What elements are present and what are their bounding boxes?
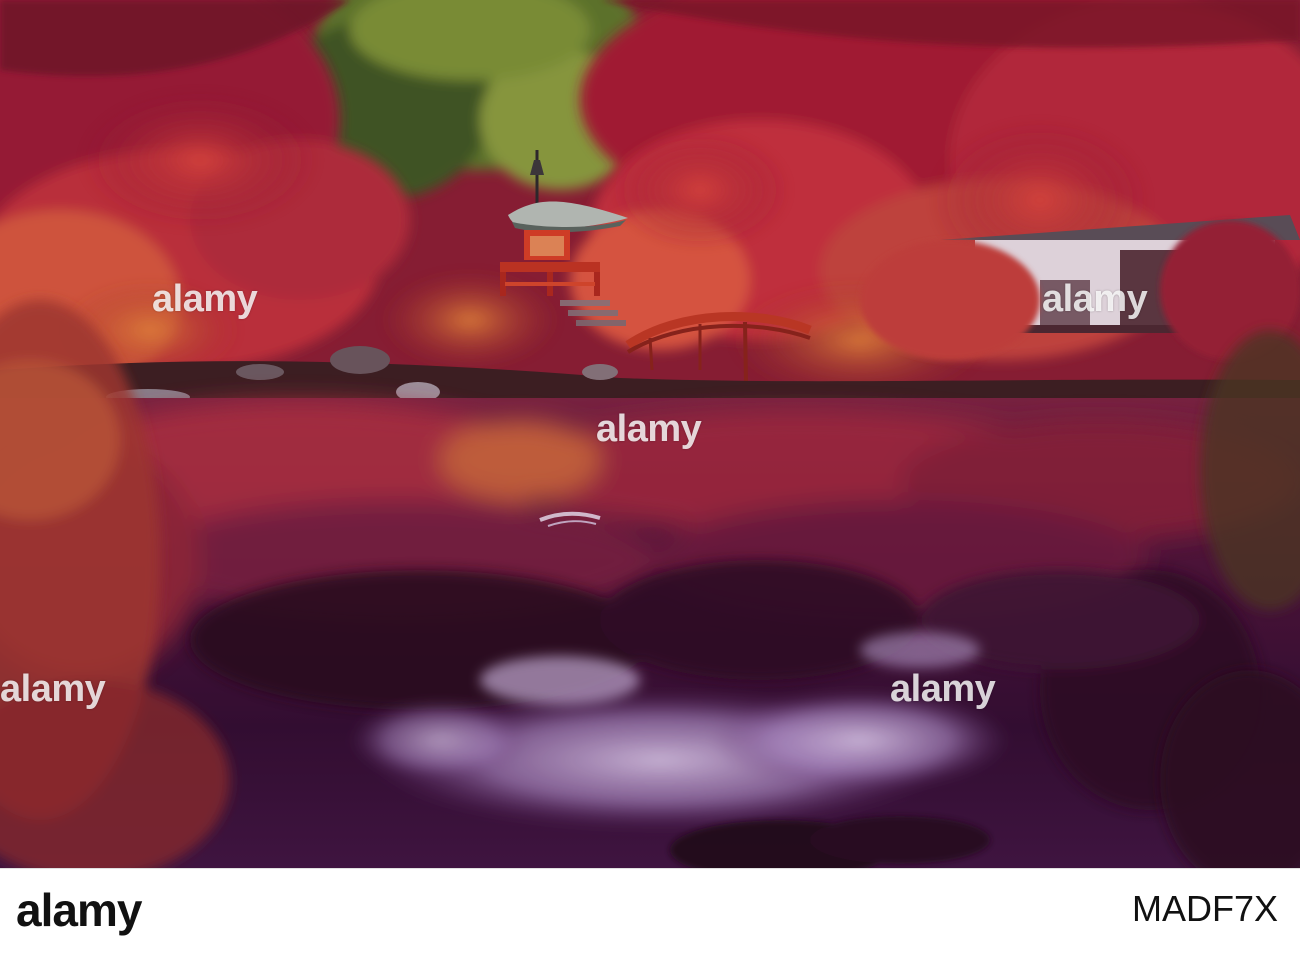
- photo-illustration: [0, 0, 1300, 868]
- stock-photo-page: alamy alamy alamy alamy alamy alamy MADF…: [0, 0, 1300, 956]
- stock-footer-bar: alamy MADF7X: [0, 868, 1300, 956]
- alamy-logo: alamy: [16, 884, 142, 936]
- image-id-label: MADF7X: [1131, 888, 1278, 929]
- photo-autumn-pond-pagoda: alamy alamy alamy alamy alamy: [0, 0, 1300, 868]
